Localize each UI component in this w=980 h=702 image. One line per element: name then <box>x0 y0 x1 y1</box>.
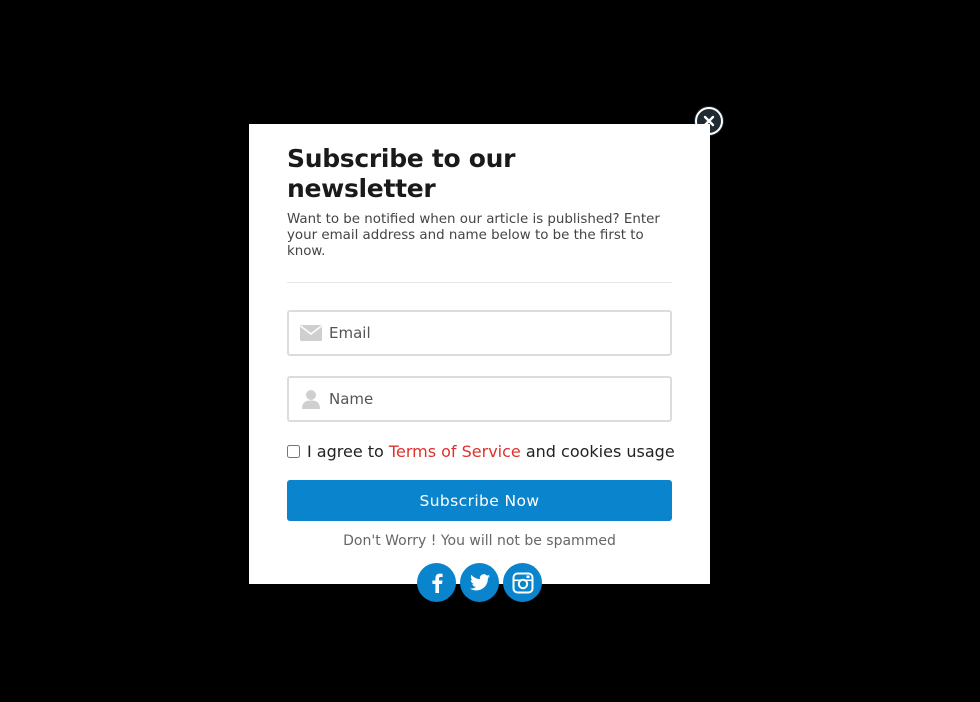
facebook-button[interactable] <box>417 563 456 602</box>
modal-description: Want to be notified when our article is … <box>287 212 660 259</box>
modal-title: Subscribe to our newsletter <box>287 144 516 203</box>
agree-prefix: I agree to <box>307 442 389 461</box>
facebook-icon <box>431 573 443 593</box>
twitter-button[interactable] <box>460 563 499 602</box>
agree-row: I agree to Terms of Service and cookies … <box>287 442 675 461</box>
terms-link[interactable]: Terms of Service <box>389 442 521 461</box>
instagram-icon <box>512 572 533 593</box>
name-input[interactable] <box>329 390 649 408</box>
email-input[interactable] <box>329 324 649 342</box>
subscribe-button[interactable]: Subscribe Now <box>287 480 672 521</box>
social-links <box>287 563 672 602</box>
envelope-icon <box>299 322 323 344</box>
agree-suffix: and cookies usage <box>520 442 675 461</box>
instagram-button[interactable] <box>503 563 542 602</box>
name-field[interactable] <box>287 376 672 422</box>
twitter-icon <box>469 574 490 591</box>
email-field[interactable] <box>287 310 672 356</box>
user-icon <box>299 388 323 410</box>
divider <box>287 282 672 283</box>
agree-checkbox[interactable] <box>287 445 300 458</box>
newsletter-modal: Subscribe to our newsletter Want to be n… <box>249 124 710 602</box>
spam-note: Don't Worry ! You will not be spammed <box>343 533 616 549</box>
